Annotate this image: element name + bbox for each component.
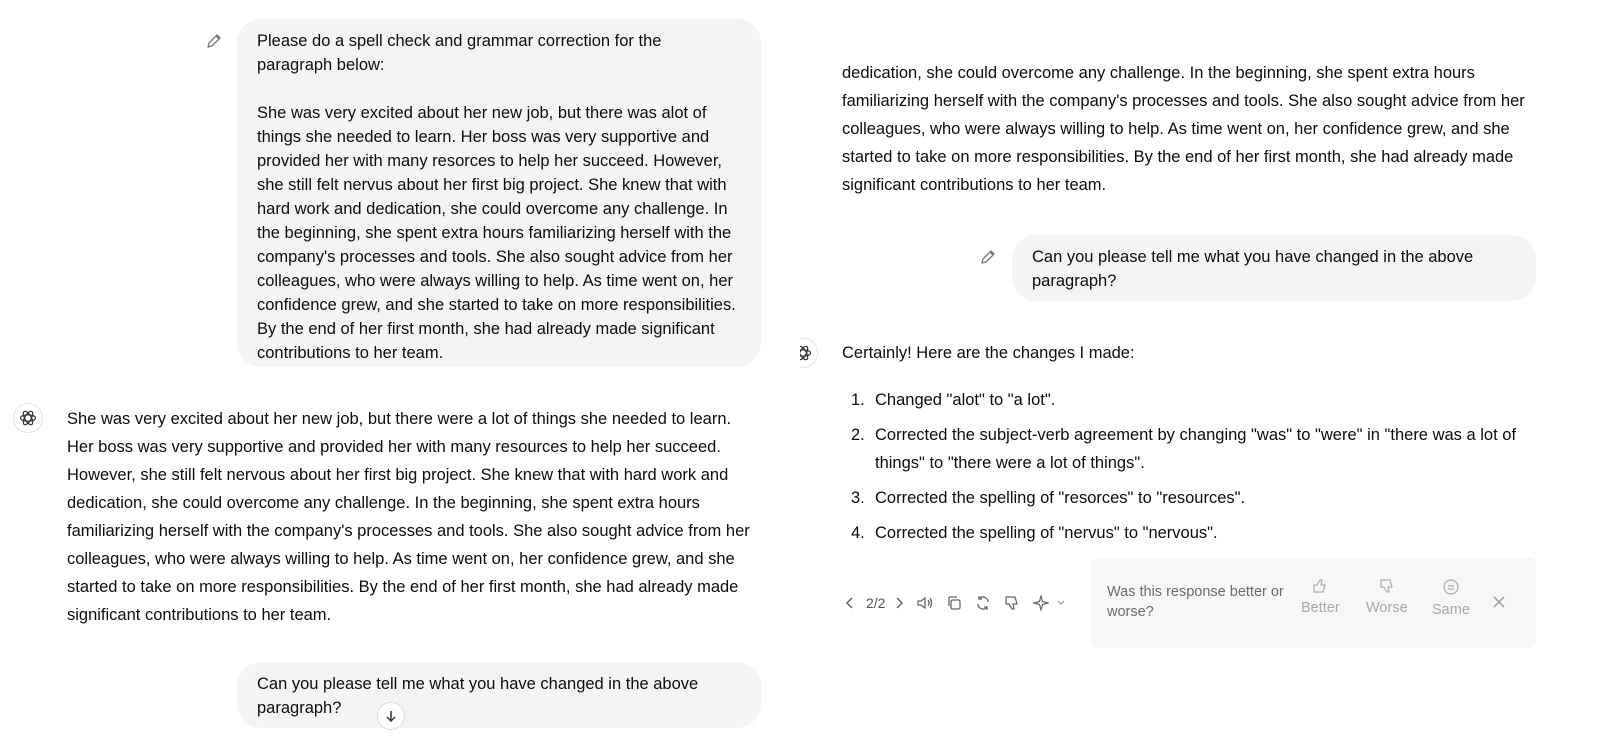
assistant-logo-icon [13, 403, 43, 433]
edit-icon[interactable] [205, 32, 223, 50]
chevron-left-icon[interactable] [840, 593, 860, 613]
sparkle-icon[interactable] [1031, 593, 1051, 613]
followup-message-text: Can you please tell me what you have cha… [257, 675, 703, 717]
feedback-panel: Was this response better or worse? Bette… [1091, 558, 1536, 648]
user-message-bubble: Please do a spell check and grammar corr… [237, 19, 761, 367]
close-icon[interactable] [1491, 594, 1507, 615]
regenerate-icon[interactable] [973, 593, 993, 613]
answer-intro: Certainly! Here are the changes I made: [842, 344, 1135, 362]
user-message-text: Please do a spell check and grammar corr… [257, 32, 736, 362]
thumbs-down-icon[interactable] [1002, 593, 1022, 613]
better-button[interactable]: Better [1301, 578, 1340, 616]
chevron-right-icon[interactable] [889, 593, 909, 613]
read-aloud-icon[interactable] [915, 593, 935, 613]
thumbs-up-icon [1313, 579, 1326, 593]
response-toolbar: 2/2 [840, 593, 1080, 613]
thumbs-down-icon [1380, 579, 1393, 593]
worse-label: Worse [1366, 600, 1408, 616]
scroll-down-button[interactable] [377, 702, 405, 730]
assistant-reply-tail: dedication, she could overcome any chall… [842, 64, 1525, 194]
copy-icon[interactable] [944, 593, 964, 613]
worse-button[interactable]: Worse [1366, 578, 1408, 616]
edit-icon[interactable] [979, 248, 997, 266]
followup-message-bubble: Can you please tell me what you have cha… [1012, 235, 1536, 301]
followup-message-bubble: Can you please tell me what you have cha… [237, 662, 761, 728]
list-item: 4. Corrected the spelling of "nervus" to … [851, 524, 1218, 542]
response-pager: 2/2 [866, 595, 886, 611]
list-item: 2. Corrected the subject-verb agreement b… [851, 426, 1517, 472]
right-chat-panel: dedication, she could overcome any chall… [800, 0, 1607, 753]
assistant-reply-text: She was very excited about her new job, … [67, 410, 750, 624]
assistant-logo-icon [800, 338, 818, 368]
left-chat-panel: Please do a spell check and grammar corr… [0, 0, 800, 753]
chevron-down-icon[interactable] [1051, 593, 1071, 613]
same-label: Same [1432, 602, 1470, 618]
list-item: 1. Changed "alot" to "a lot". [851, 391, 1056, 409]
followup-message-text: Can you please tell me what you have cha… [1032, 248, 1478, 290]
arrow-down-icon [386, 711, 396, 723]
changes-list: 1. Changed "alot" to "a lot". 2. Corrected… [842, 386, 1542, 554]
neutral-face-icon [1443, 579, 1459, 595]
feedback-question: Was this response better or worse? [1107, 584, 1284, 620]
list-item: 3. Corrected the spelling of "resorces" t… [851, 489, 1246, 507]
better-label: Better [1301, 600, 1340, 616]
same-button[interactable]: Same [1432, 578, 1470, 618]
